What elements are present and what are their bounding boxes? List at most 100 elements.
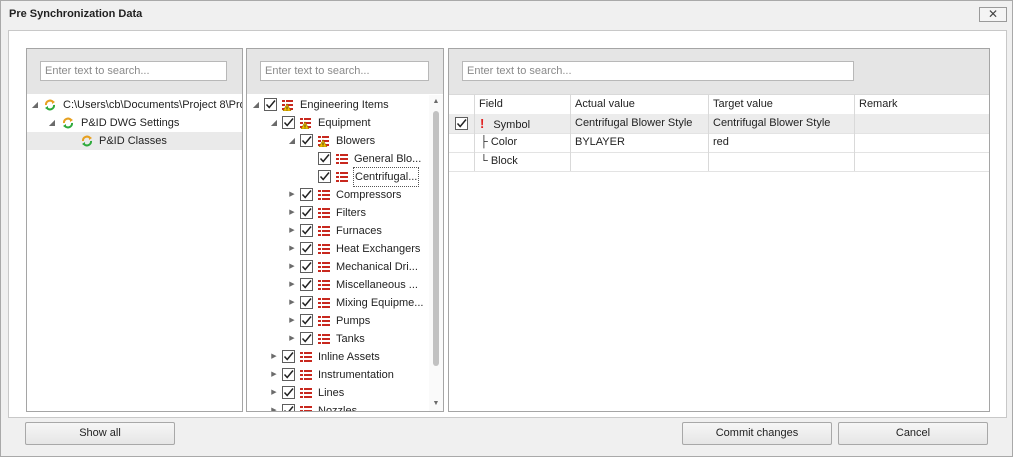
class-list-icon (336, 172, 348, 182)
scroll-thumb[interactable] (433, 111, 439, 366)
tree-node-label: Mixing Equipme... (336, 297, 424, 309)
tree-node-label: Nozzles (318, 405, 358, 412)
warning-icon: ! (480, 116, 485, 131)
tree-node-class[interactable]: Centrifugal... (247, 167, 443, 187)
expand-arrow-icon[interactable]: ▶ (287, 204, 297, 222)
expand-arrow-icon[interactable]: ▶ (287, 258, 297, 276)
cancel-button[interactable]: Cancel (838, 422, 988, 445)
tree-node-class[interactable]: ▶ Heat Exchangers (247, 240, 443, 258)
expand-arrow-icon[interactable]: ▶ (287, 330, 297, 348)
tree-node-class[interactable]: ◢ Equipment (247, 114, 443, 132)
window-title: Pre Synchronization Data (9, 8, 143, 20)
tree-node-class[interactable]: ◢ Engineering Items (247, 96, 443, 114)
tree-checkbox[interactable] (318, 152, 331, 165)
column-header-remark[interactable]: Remark (855, 95, 989, 114)
tree-checkbox[interactable] (300, 242, 313, 255)
tree-node-label: Tanks (336, 333, 365, 345)
expand-arrow-icon[interactable]: ▶ (269, 348, 279, 366)
tree-node-label: Engineering Items (300, 99, 389, 111)
tree-node-label: Equipment (318, 117, 371, 129)
collapse-arrow-icon[interactable]: ◢ (47, 114, 57, 132)
table-row[interactable]: └ Block (449, 152, 989, 172)
tree-checkbox[interactable] (300, 188, 313, 201)
tree-node-label: Furnaces (336, 225, 382, 237)
target-value-cell: Centrifugal Blower Style (709, 114, 855, 133)
tree-checkbox[interactable] (282, 116, 295, 129)
tree-checkbox[interactable] (282, 350, 295, 363)
expand-arrow-icon[interactable]: ▶ (287, 240, 297, 258)
tree-node-class[interactable]: ▶ Pumps (247, 312, 443, 330)
tree-checkbox[interactable] (282, 386, 295, 399)
tree-node-project[interactable]: ◢ C:\Users\cb\Documents\Project 8\Pro (27, 96, 242, 114)
table-row[interactable]: ! Symbol Centrifugal Blower Style Centrifug… (449, 114, 989, 134)
tree-checkbox[interactable] (300, 332, 313, 345)
tree-checkbox[interactable] (300, 134, 313, 147)
tree-node-class[interactable]: ▶ Tanks (247, 330, 443, 348)
tree-node-class[interactable]: General Blo... (247, 150, 443, 168)
tree-checkbox[interactable] (300, 260, 313, 273)
tree-checkbox[interactable] (318, 170, 331, 183)
classes-tree: ◢ Engineering Items ◢ Equipment ◢ Blowers Gene… (247, 95, 443, 411)
scroll-up-icon[interactable]: ▲ (431, 98, 441, 108)
right-search-input[interactable] (462, 61, 854, 81)
middle-search-input[interactable] (260, 61, 429, 81)
tree-node-class[interactable]: ▶ Nozzles (247, 402, 443, 412)
tree-node-class[interactable]: ▶ Lines (247, 384, 443, 402)
grid-header: Field Actual value Target value Remark (449, 94, 989, 115)
tree-checkbox[interactable] (300, 206, 313, 219)
expand-arrow-icon[interactable]: ▶ (269, 402, 279, 411)
expand-arrow-icon[interactable]: ▶ (269, 366, 279, 384)
sync-icon (63, 117, 73, 129)
column-header-target[interactable]: Target value (709, 95, 855, 114)
row-checkbox[interactable] (455, 117, 468, 130)
tree-checkbox[interactable] (300, 296, 313, 309)
tree-checkbox[interactable] (264, 98, 277, 111)
sync-icon (45, 99, 55, 111)
expand-arrow-icon[interactable]: ▶ (287, 222, 297, 240)
tree-node-class[interactable]: ▶ Instrumentation (247, 366, 443, 384)
expand-arrow-icon[interactable]: ▶ (287, 276, 297, 294)
show-all-button[interactable]: Show all (25, 422, 175, 445)
tree-node-label: Instrumentation (318, 369, 394, 381)
tree-node-class[interactable]: ▶ Mechanical Dri... (247, 258, 443, 276)
collapse-arrow-icon[interactable]: ◢ (287, 132, 297, 150)
tree-checkbox[interactable] (300, 278, 313, 291)
tree-node-pid-classes[interactable]: P&ID Classes (27, 132, 242, 150)
tree-node-label: Inline Assets (318, 351, 380, 363)
field-cell: └ Block (475, 152, 571, 171)
tree-node-class[interactable]: ▶ Miscellaneous ... (247, 276, 443, 294)
close-button[interactable]: ✕ (979, 7, 1007, 22)
tree-node-class[interactable]: ▶ Furnaces (247, 222, 443, 240)
collapse-arrow-icon[interactable]: ◢ (30, 96, 40, 114)
column-header-field[interactable]: Field (475, 95, 571, 114)
tree-node-class[interactable]: ◢ Blowers (247, 132, 443, 150)
collapse-arrow-icon[interactable]: ◢ (269, 114, 279, 132)
vertical-scrollbar[interactable]: ▲ ▼ (429, 95, 443, 411)
commit-changes-button[interactable]: Commit changes (682, 422, 832, 445)
expand-arrow-icon[interactable]: ▶ (269, 384, 279, 402)
remark-cell (855, 133, 989, 152)
expand-arrow-icon[interactable]: ▶ (287, 186, 297, 204)
tree-node-dwg-settings[interactable]: ◢ P&ID DWG Settings (27, 114, 242, 132)
tree-node-class[interactable]: ▶ Inline Assets (247, 348, 443, 366)
tree-node-label: Compressors (336, 189, 402, 201)
tree-checkbox[interactable] (300, 224, 313, 237)
table-row[interactable]: ├ Color BYLAYER red (449, 133, 989, 153)
tree-node-class[interactable]: ▶ Filters (247, 204, 443, 222)
tree-checkbox[interactable] (282, 368, 295, 381)
left-search-input[interactable] (40, 61, 227, 81)
expand-arrow-icon[interactable]: ▶ (287, 294, 297, 312)
tree-checkbox[interactable] (282, 404, 295, 411)
tree-node-label: Mechanical Dri... (336, 261, 418, 273)
tree-checkbox[interactable] (300, 314, 313, 327)
title-bar: Pre Synchronization Data ✕ (1, 1, 1012, 29)
tree-node-class[interactable]: ▶ Mixing Equipme... (247, 294, 443, 312)
tree-node-label: Centrifugal... (352, 167, 420, 187)
scroll-down-icon[interactable]: ▼ (431, 400, 441, 410)
class-list-icon (318, 298, 330, 308)
column-header-actual[interactable]: Actual value (571, 95, 709, 114)
tree-node-label: Miscellaneous ... (336, 279, 418, 291)
expand-arrow-icon[interactable]: ▶ (287, 312, 297, 330)
tree-node-class[interactable]: ▶ Compressors (247, 186, 443, 204)
collapse-arrow-icon[interactable]: ◢ (251, 96, 261, 114)
